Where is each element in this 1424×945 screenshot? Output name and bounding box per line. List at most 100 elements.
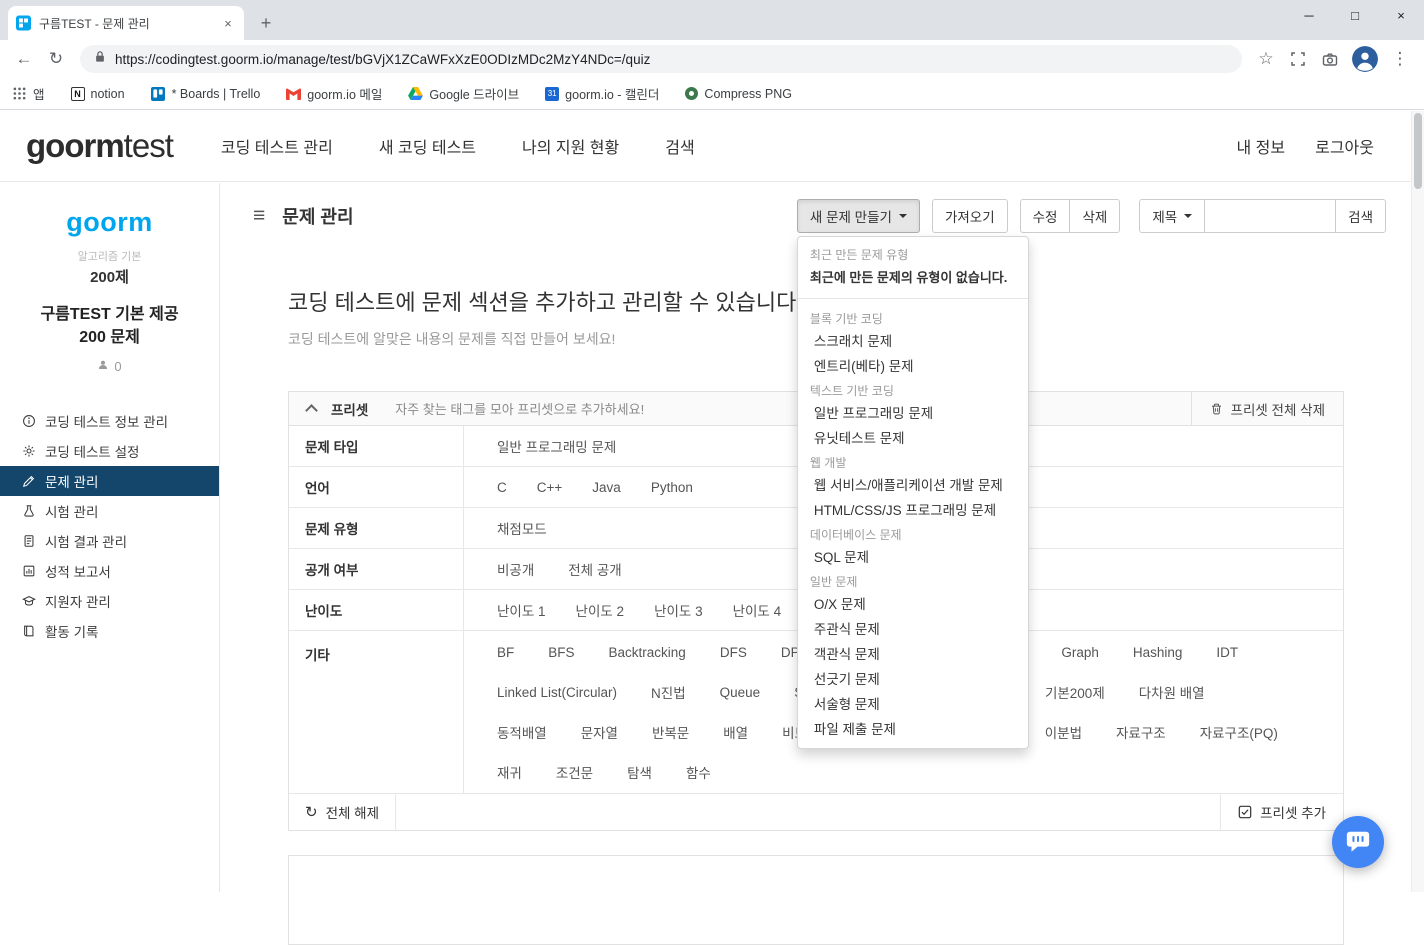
dropdown-entry[interactable]: O/X 문제 <box>798 592 1028 617</box>
dropdown-entry[interactable]: 일반 프로그래밍 문제 <box>798 401 1028 426</box>
maximize-button[interactable]: □ <box>1332 0 1378 30</box>
sidebar-item-applicant-manage[interactable]: 지원자 관리 <box>0 586 219 616</box>
etc-tag[interactable]: 재귀 <box>497 762 522 782</box>
etc-tag[interactable]: 배열 <box>723 722 748 742</box>
etc-tag[interactable]: 자료구조 <box>1116 722 1166 742</box>
goorm-favicon-icon <box>16 16 31 31</box>
chat-launcher-button[interactable] <box>1332 816 1384 868</box>
dropdown-entry[interactable]: SQL 문제 <box>798 545 1028 570</box>
window-close-button[interactable]: × <box>1378 0 1424 30</box>
dropdown-entry[interactable]: 객관식 문제 <box>798 642 1028 667</box>
etc-tag[interactable]: 탐색 <box>627 762 652 782</box>
bookmark-trello[interactable]: * Boards | Trello <box>151 86 261 101</box>
dropdown-entry[interactable]: 주관식 문제 <box>798 617 1028 642</box>
etc-tag[interactable]: DFS <box>720 645 747 660</box>
filter-dropdown-button[interactable]: 제목 <box>1139 199 1205 233</box>
etc-tag[interactable]: IDT <box>1216 645 1238 660</box>
scrollbar-thumb[interactable] <box>1414 113 1422 189</box>
bookmark-google-drive[interactable]: Google 드라이브 <box>408 84 519 103</box>
difficulty-option[interactable]: 난이도 4 <box>733 600 782 620</box>
sidebar-item-test-settings[interactable]: 코딩 테스트 설정 <box>0 436 219 466</box>
new-tab-button[interactable]: + <box>252 9 280 37</box>
clear-all-button[interactable]: ↻ 전체 해제 <box>289 794 396 830</box>
nav-my-applications[interactable]: 나의 지원 현황 <box>522 134 619 158</box>
bookmark-star-icon[interactable]: ☆ <box>1252 45 1280 73</box>
dropdown-entry[interactable]: 파일 제출 문제 <box>798 717 1028 742</box>
sidebar-item-test-info[interactable]: 코딩 테스트 정보 관리 <box>0 406 219 436</box>
new-problem-button[interactable]: 새 문제 만들기 <box>797 199 920 233</box>
hamburger-menu-icon[interactable]: ≡ <box>253 204 265 228</box>
page-scrollbar[interactable] <box>1411 111 1424 892</box>
difficulty-option[interactable]: 난이도 2 <box>576 600 625 620</box>
etc-tag[interactable]: 다차원 배열 <box>1139 682 1205 702</box>
dropdown-entry[interactable]: 서술형 문제 <box>798 692 1028 717</box>
etc-tag[interactable]: 반복문 <box>652 722 689 742</box>
etc-tag[interactable]: N진법 <box>651 682 686 702</box>
refresh-button[interactable]: ↻ <box>42 45 70 73</box>
dropdown-entry[interactable]: HTML/CSS/JS 프로그래밍 문제 <box>798 498 1028 523</box>
add-preset-button[interactable]: 프리셋 추가 <box>1220 794 1343 830</box>
kebab-menu-icon[interactable]: ⋮ <box>1386 45 1414 73</box>
my-info-link[interactable]: 내 정보 <box>1237 134 1286 158</box>
etc-tag[interactable]: Queue <box>720 685 761 700</box>
sidebar-item-exam-manage[interactable]: 시험 관리 <box>0 496 219 526</box>
bookmark-goorm-calendar[interactable]: 31 goorm.io - 캘린더 <box>545 84 659 103</box>
dropdown-entry[interactable]: 유닛테스트 문제 <box>798 426 1028 451</box>
delete-button[interactable]: 삭제 <box>1069 199 1120 233</box>
delete-all-presets-button[interactable]: 프리셋 전체 삭제 <box>1191 392 1343 425</box>
tab-close-icon[interactable]: × <box>220 16 236 31</box>
search-input[interactable] <box>1204 199 1336 233</box>
dropdown-entry[interactable]: 웹 서비스/애플리케이션 개발 문제 <box>798 473 1028 498</box>
problem-type-option[interactable]: 일반 프로그래밍 문제 <box>497 436 616 456</box>
etc-tag[interactable]: Hashing <box>1133 645 1183 660</box>
browser-tab[interactable]: 구름TEST - 문제 관리 × <box>8 6 244 40</box>
nav-test-manage[interactable]: 코딩 테스트 관리 <box>221 134 333 158</box>
difficulty-option[interactable]: 난이도 1 <box>497 600 546 620</box>
sidebar-item-exam-results[interactable]: 시험 결과 관리 <box>0 526 219 556</box>
language-option[interactable]: Java <box>592 480 621 495</box>
etc-tag[interactable]: 조건문 <box>556 762 593 782</box>
etc-tag[interactable]: Graph <box>1061 645 1099 660</box>
address-bar[interactable]: https://codingtest.goorm.io/manage/test/… <box>80 45 1242 73</box>
language-option[interactable]: C <box>497 480 507 495</box>
etc-tag[interactable]: 자료구조(PQ) <box>1200 722 1278 742</box>
etc-tag[interactable]: 문자열 <box>581 722 618 742</box>
bookmark-notion[interactable]: N notion <box>71 87 125 101</box>
nav-new-test[interactable]: 새 코딩 테스트 <box>379 134 476 158</box>
sidebar-item-grade-report[interactable]: 성적 보고서 <box>0 556 219 586</box>
visibility-option[interactable]: 전체 공개 <box>568 559 621 579</box>
quiz-type-option[interactable]: 채점모드 <box>497 518 547 538</box>
import-button[interactable]: 가져오기 <box>932 199 1008 233</box>
bookmark-apps[interactable]: 앱 <box>12 84 45 103</box>
dropdown-entry[interactable]: 엔트리(베타) 문제 <box>798 354 1028 379</box>
etc-tag[interactable]: BFS <box>548 645 574 660</box>
etc-tag[interactable]: 동적배열 <box>497 722 547 742</box>
etc-tag[interactable]: 이분법 <box>1045 722 1082 742</box>
site-logo[interactable]: goormtest <box>26 127 173 165</box>
etc-tag[interactable]: BF <box>497 645 514 660</box>
minimize-button[interactable]: ─ <box>1286 0 1332 30</box>
language-option[interactable]: C++ <box>537 480 563 495</box>
search-button[interactable]: 검색 <box>1335 199 1386 233</box>
etc-tag[interactable]: 기본200제 <box>1045 682 1105 702</box>
difficulty-option[interactable]: 난이도 3 <box>654 600 703 620</box>
dropdown-entry[interactable]: 선긋기 문제 <box>798 667 1028 692</box>
language-option[interactable]: Python <box>651 480 693 495</box>
camera-extension-icon[interactable] <box>1316 45 1344 73</box>
visibility-option[interactable]: 비공개 <box>497 559 534 579</box>
dropdown-entry[interactable]: 스크래치 문제 <box>798 329 1028 354</box>
bookmark-goorm-mail[interactable]: goorm.io 메일 <box>286 84 382 103</box>
bookmark-compress-png[interactable]: Compress PNG <box>685 87 792 101</box>
back-button[interactable]: ← <box>10 45 38 73</box>
edit-button[interactable]: 수정 <box>1020 199 1071 233</box>
crop-extension-icon[interactable] <box>1284 45 1312 73</box>
etc-tag[interactable]: Backtracking <box>609 645 686 660</box>
logout-link[interactable]: 로그아웃 <box>1315 134 1374 158</box>
etc-tag[interactable]: 함수 <box>686 762 711 782</box>
nav-search[interactable]: 검색 <box>665 134 694 158</box>
chevron-up-icon[interactable] <box>305 404 318 417</box>
sidebar-item-problem-manage[interactable]: 문제 관리 <box>0 466 219 496</box>
sidebar-item-activity-log[interactable]: 활동 기록 <box>0 616 219 646</box>
profile-avatar[interactable] <box>1352 46 1378 72</box>
etc-tag[interactable]: Linked List(Circular) <box>497 685 617 700</box>
